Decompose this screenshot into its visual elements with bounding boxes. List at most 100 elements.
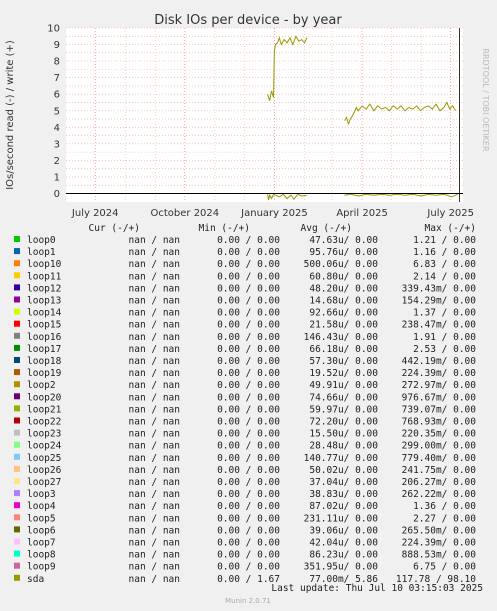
legend-swatch bbox=[14, 248, 20, 255]
legend-value: 0.00 / 0.00 bbox=[217, 247, 280, 258]
legend-value: 0.00 / 0.00 bbox=[217, 501, 280, 512]
legend-value: nan / nan bbox=[129, 550, 180, 561]
legend-value: 38.83u/ 0.00 bbox=[309, 489, 378, 500]
legend-value: 0.00 / 0.00 bbox=[217, 332, 280, 343]
legend-swatch bbox=[14, 236, 20, 242]
y-tick-label: 5 bbox=[54, 106, 60, 117]
legend-swatch bbox=[14, 332, 20, 339]
legend-value: 0.00 / 0.00 bbox=[217, 417, 280, 428]
legend-value: 779.40m/ 0.00 bbox=[402, 453, 477, 464]
legend-value: 351.95u/ 0.00 bbox=[304, 562, 379, 573]
legend-swatch bbox=[14, 538, 20, 545]
legend-value: 0.00 / 0.00 bbox=[217, 525, 280, 536]
legend-swatch bbox=[14, 514, 20, 521]
legend-value: nan / nan bbox=[129, 574, 180, 585]
legend-value: 0.00 / 0.00 bbox=[217, 465, 280, 476]
legend-value: 87.02u/ 0.00 bbox=[309, 501, 378, 512]
legend-value: 0.00 / 0.00 bbox=[217, 489, 280, 500]
legend-value: 220.35m/ 0.00 bbox=[402, 429, 477, 440]
legend-swatch bbox=[14, 369, 20, 376]
legend-value: 0.00 / 0.00 bbox=[217, 513, 280, 524]
legend-value: 1.91 / 0.00 bbox=[413, 332, 476, 343]
y-tick-label: 7 bbox=[54, 73, 60, 84]
legend-value: 0.00 / 0.00 bbox=[217, 356, 280, 367]
legend-value: 72.20u/ 0.00 bbox=[309, 417, 378, 428]
legend-swatch bbox=[14, 320, 20, 327]
disk-io-chart: Disk IOs per device - by year RRDTOOL / … bbox=[0, 0, 497, 611]
legend-value: 39.06u/ 0.00 bbox=[309, 525, 378, 536]
y-tick-label: 9 bbox=[54, 40, 60, 51]
legend-value: nan / nan bbox=[129, 308, 180, 319]
legend-header: Min (-/+) bbox=[199, 223, 250, 234]
legend-value: 47.63u/ 0.00 bbox=[309, 235, 378, 246]
legend-swatch bbox=[14, 284, 20, 291]
legend-value: 500.06u/ 0.00 bbox=[304, 259, 379, 270]
legend-value: 146.43u/ 0.00 bbox=[304, 332, 379, 343]
legend-swatch bbox=[14, 478, 20, 484]
legend-value: nan / nan bbox=[129, 259, 180, 270]
legend-label: loop11 bbox=[27, 271, 62, 282]
legend-label: loop24 bbox=[27, 441, 62, 452]
legend-value: 0.00 / 0.00 bbox=[217, 283, 280, 294]
legend-value: 0.00 / 0.00 bbox=[217, 344, 280, 355]
legend-label: loop5 bbox=[27, 513, 56, 524]
legend-label: loop8 bbox=[27, 550, 56, 561]
legend-header: Cur (-/+) bbox=[89, 223, 140, 234]
legend-value: 1.16 / 0.00 bbox=[413, 247, 476, 258]
legend-swatch bbox=[14, 417, 20, 424]
legend-label: loop14 bbox=[27, 308, 62, 319]
y-tick-label: 0 bbox=[54, 189, 60, 200]
legend-value: 92.66u/ 0.00 bbox=[309, 308, 378, 319]
legend-swatch bbox=[14, 562, 20, 569]
legend-label: loop6 bbox=[27, 525, 56, 536]
legend-value: 6.75 / 0.00 bbox=[413, 562, 476, 573]
legend-value: 86.23u/ 0.00 bbox=[309, 550, 378, 561]
legend-label: loop26 bbox=[27, 465, 62, 476]
legend-label: loop0 bbox=[27, 235, 56, 246]
legend-swatch bbox=[14, 502, 20, 509]
x-tick-label: October 2024 bbox=[151, 208, 220, 219]
legend-swatch bbox=[14, 393, 20, 400]
legend-value: nan / nan bbox=[129, 429, 180, 440]
legend-value: 2.27 / 0.00 bbox=[413, 513, 476, 524]
legend-swatch bbox=[14, 526, 20, 533]
last-update: Last update: Thu Jul 10 03:15:03 2025 bbox=[271, 583, 483, 594]
legend-value: 238.47m/ 0.00 bbox=[402, 320, 477, 331]
munin-version: Munin 2.0.71 bbox=[225, 597, 271, 605]
legend-value: 48.20u/ 0.00 bbox=[309, 283, 378, 294]
legend-value: nan / nan bbox=[129, 296, 180, 307]
legend-value: 0.00 / 0.00 bbox=[217, 441, 280, 452]
legend-value: 19.52u/ 0.00 bbox=[309, 368, 378, 379]
legend-value: 140.77u/ 0.00 bbox=[304, 453, 379, 464]
legend-swatch bbox=[14, 441, 20, 448]
y-tick-label: 8 bbox=[54, 57, 60, 68]
legend-value: nan / nan bbox=[129, 271, 180, 282]
legend-value: 272.97m/ 0.00 bbox=[402, 380, 477, 391]
legend-value: nan / nan bbox=[129, 332, 180, 343]
legend-value: 50.02u/ 0.00 bbox=[309, 465, 378, 476]
legend-value: 224.39m/ 0.00 bbox=[402, 538, 477, 549]
legend-label: loop27 bbox=[27, 477, 61, 488]
legend-value: 2.53 / 0.00 bbox=[413, 344, 476, 355]
legend-label: loop23 bbox=[27, 429, 61, 440]
legend-value: nan / nan bbox=[129, 380, 180, 391]
legend-label: sda bbox=[27, 574, 44, 585]
legend-value: 0.00 / 0.00 bbox=[217, 320, 280, 331]
legend-value: 28.48u/ 0.00 bbox=[309, 441, 378, 452]
legend-swatch bbox=[14, 465, 20, 472]
legend-swatch bbox=[14, 308, 20, 315]
legend-label: loop12 bbox=[27, 283, 61, 294]
legend-value: 42.04u/ 0.00 bbox=[309, 538, 378, 549]
legend-header: Max (-/+) bbox=[425, 223, 476, 234]
legend-value: 241.75m/ 0.00 bbox=[402, 465, 477, 476]
legend-label: loop15 bbox=[27, 320, 61, 331]
legend-label: loop25 bbox=[27, 453, 61, 464]
legend-value: 442.19m/ 0.00 bbox=[402, 356, 477, 367]
legend-value: 299.00m/ 0.00 bbox=[402, 441, 477, 452]
y-tick-label: 10 bbox=[47, 24, 60, 35]
chart-title: Disk IOs per device - by year bbox=[154, 13, 342, 28]
legend-value: 0.00 / 0.00 bbox=[217, 308, 280, 319]
legend-label: loop1 bbox=[27, 247, 56, 258]
x-tick-label: July 2025 bbox=[426, 208, 474, 219]
legend-value: 0.00 / 0.00 bbox=[217, 538, 280, 549]
